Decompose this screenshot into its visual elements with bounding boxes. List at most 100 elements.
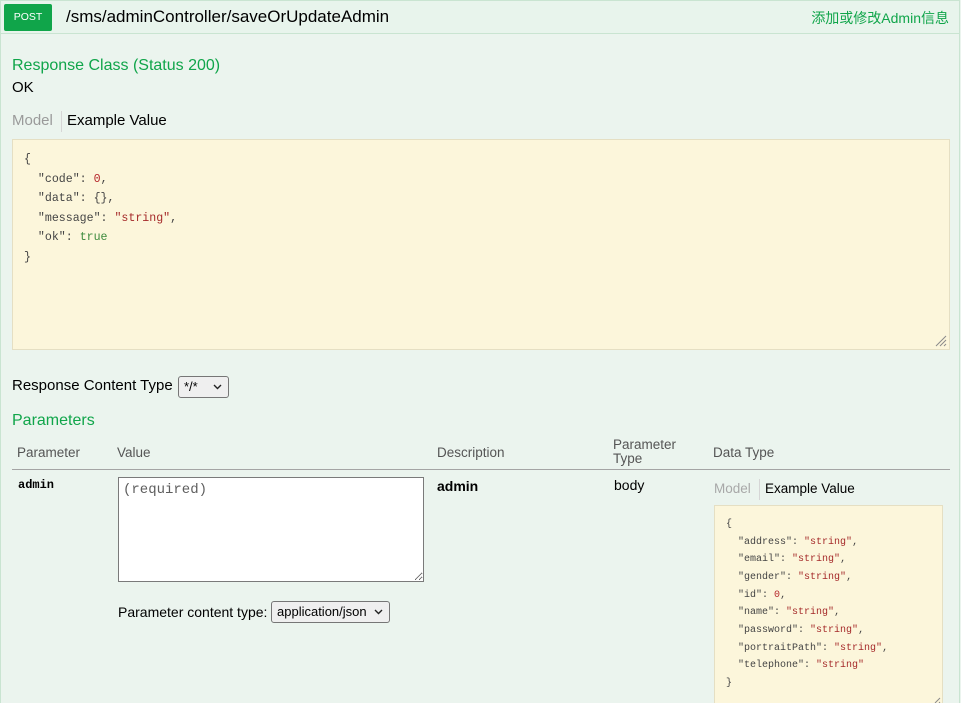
json-key: "message" [37,211,101,225]
response-content-type-select[interactable]: */* [178,376,229,398]
response-content-type-label: Response Content Type [12,377,173,394]
parameter-content-type-label: Parameter content type: [118,604,268,620]
json-colon: : [774,607,787,619]
resize-grip-icon[interactable] [929,697,941,703]
json-value-string: "string" [804,536,853,548]
parameter-content-type-select[interactable]: application/json [271,601,390,623]
select-value: */* [184,379,198,394]
code-line: } [24,248,177,268]
code-line: "data": {}, [24,189,177,209]
response-example-value-tab[interactable]: Example Value [67,112,167,130]
response-class-heading: Response Class (Status 200) [12,57,221,74]
json-comma: , [780,589,787,601]
json-comma: , [852,536,859,548]
column-header-value: Value [117,445,151,460]
parameter-value-input[interactable] [118,477,424,582]
json-comma: , [834,607,841,619]
json-colon: : [780,554,793,566]
parameter-name: admin [18,478,55,492]
json-key: "gender" [738,572,787,584]
code-line: "name": "string", [726,604,888,622]
chevron-down-icon [374,609,383,615]
json-colon: : [798,625,811,637]
json-key: "portraitPath" [738,642,823,654]
response-status-text: OK [12,79,34,96]
code-line: "portraitPath": "string", [726,640,888,658]
json-comma: , [858,625,865,637]
code-line: "id": 0, [726,587,888,605]
json-comma: , [882,642,889,654]
operation-header[interactable]: POST /sms/adminController/saveOrUpdateAd… [1,1,959,34]
table-header-divider [12,469,950,470]
tab-divider [759,479,760,500]
json-colon: : [100,211,115,225]
json-key: "password" [738,625,799,637]
parameter-example-code: { "address": "string", "email": "string"… [726,516,888,693]
response-example-box: { "code": 0, "data": {}, "message": "str… [12,139,950,350]
data-type-model-tab[interactable]: Model [714,481,751,497]
response-example-code: { "code": 0, "data": {}, "message": "str… [24,150,177,268]
json-key: "data" [37,192,80,206]
data-type-example-value-tab[interactable]: Example Value [765,481,855,497]
json-colon: : [792,536,805,548]
code-line: "password": "string", [726,622,888,640]
endpoint-path-link[interactable]: /sms/adminController/saveOrUpdateAdmin [66,7,389,27]
json-value-object: {} [93,192,108,206]
json-colon: : [65,231,80,245]
json-key: "email" [738,554,781,566]
resize-grip-icon[interactable] [935,335,947,347]
chevron-down-icon [213,384,222,390]
json-value-string: "string" [810,625,859,637]
column-header-parameter: Parameter [17,445,81,460]
code-line: "ok": true [24,228,177,248]
json-key: "address" [738,536,793,548]
endpoint-summary-link[interactable]: 添加或修改Admin信息 [811,10,949,26]
json-comma: , [846,572,853,584]
json-value-string: "string" [816,660,865,672]
json-key: "code" [37,172,80,186]
code-line: { [24,150,177,170]
parameter-type: body [614,477,645,493]
json-comma: , [840,554,847,566]
column-header-data-type: Data Type [713,445,775,460]
json-colon: : [762,589,775,601]
json-comma: , [107,192,115,206]
json-brace-open: { [726,519,733,530]
parameters-heading: Parameters [12,412,95,429]
json-comma: , [170,211,178,225]
code-line: "telephone": "string" [726,657,888,675]
select-value: application/json [277,604,367,619]
json-colon: : [79,192,94,206]
code-line: "code": 0, [24,170,177,190]
code-line: "message": "string", [24,209,177,229]
swagger-operation-page: POST /sms/adminController/saveOrUpdateAd… [0,0,961,703]
code-line: "email": "string", [726,551,888,569]
json-brace-open: { [24,153,31,166]
json-colon: : [822,642,835,654]
json-colon: : [804,660,817,672]
tab-divider [61,111,62,132]
json-value-string: "string" [834,642,883,654]
json-key: "ok" [37,231,66,245]
response-model-tab[interactable]: Model [12,112,53,130]
post-method-badge[interactable]: POST [4,4,52,31]
json-value-string: "string" [798,572,847,584]
json-value-number: 0 [93,172,101,186]
code-line: "address": "string", [726,534,888,552]
json-brace-close: } [24,250,31,264]
column-header-description: Description [437,445,505,460]
code-line: "gender": "string", [726,569,888,587]
code-line: { [726,516,888,534]
json-value-string: "string" [792,554,841,566]
json-colon: : [786,572,799,584]
parameter-example-box[interactable]: { "address": "string", "email": "string"… [714,505,943,703]
